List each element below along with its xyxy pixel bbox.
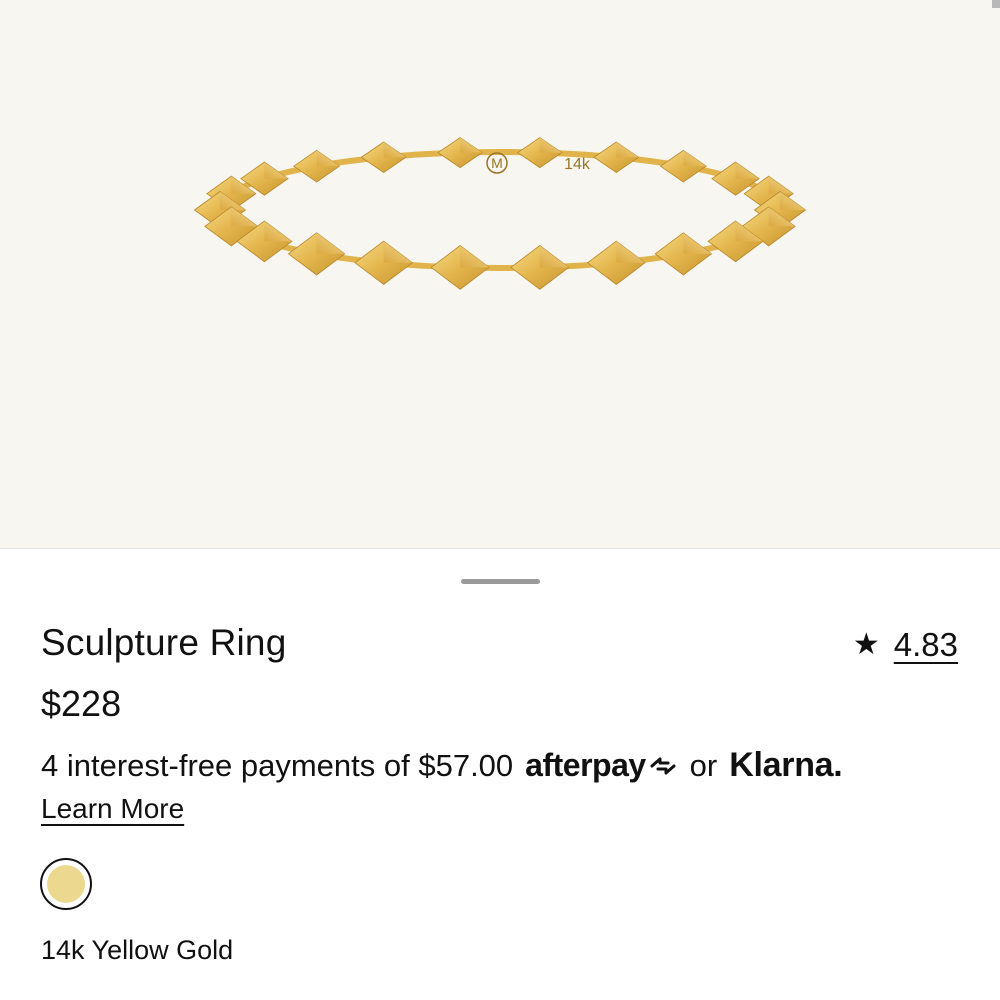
star-icon: ★ [852,628,880,661]
ring-facet [586,240,646,285]
afterpay-logo: afterpay [525,747,678,784]
product-title: Sculpture Ring [41,622,287,663]
ring-facet [593,141,640,174]
metal-swatch-yellow-gold[interactable] [40,858,92,910]
klarna-logo: Klarna. [729,746,843,784]
ring-product-image: M 14k [193,137,807,290]
ring-facet [654,232,713,276]
or-label: or [689,747,718,783]
rating-value-link[interactable]: 4.83 [894,626,958,664]
installment-info: 4 interest-free payments of $57.00 after… [41,746,843,785]
ring-facet [517,137,563,169]
selected-metal-label: 14k Yellow Gold [41,935,234,965]
afterpay-arrows-icon [650,757,676,774]
installment-text: 4 interest-free payments of $57.00 [41,747,514,783]
ring-facet [510,244,570,290]
learn-more-link[interactable]: Learn More [41,793,184,825]
ring-facet [659,149,707,183]
product-rating[interactable]: ★ 4.83 [853,626,958,664]
ring-facet [354,240,414,285]
ring-facet [293,149,341,183]
afterpay-wordmark: afterpay [525,747,646,783]
karat-stamp: 14k [564,156,591,173]
swatch-color [47,865,85,903]
ring-facet [437,137,483,169]
product-price: $228 [41,683,122,724]
ring-facet [287,232,346,276]
maker-mark: M [491,155,503,171]
sheet-drag-handle[interactable] [461,579,540,584]
product-image-area[interactable]: M 14k [0,0,1000,549]
ring-facet [430,244,490,290]
image-scroll-indicator [992,0,1000,8]
ring-facet [360,141,407,174]
